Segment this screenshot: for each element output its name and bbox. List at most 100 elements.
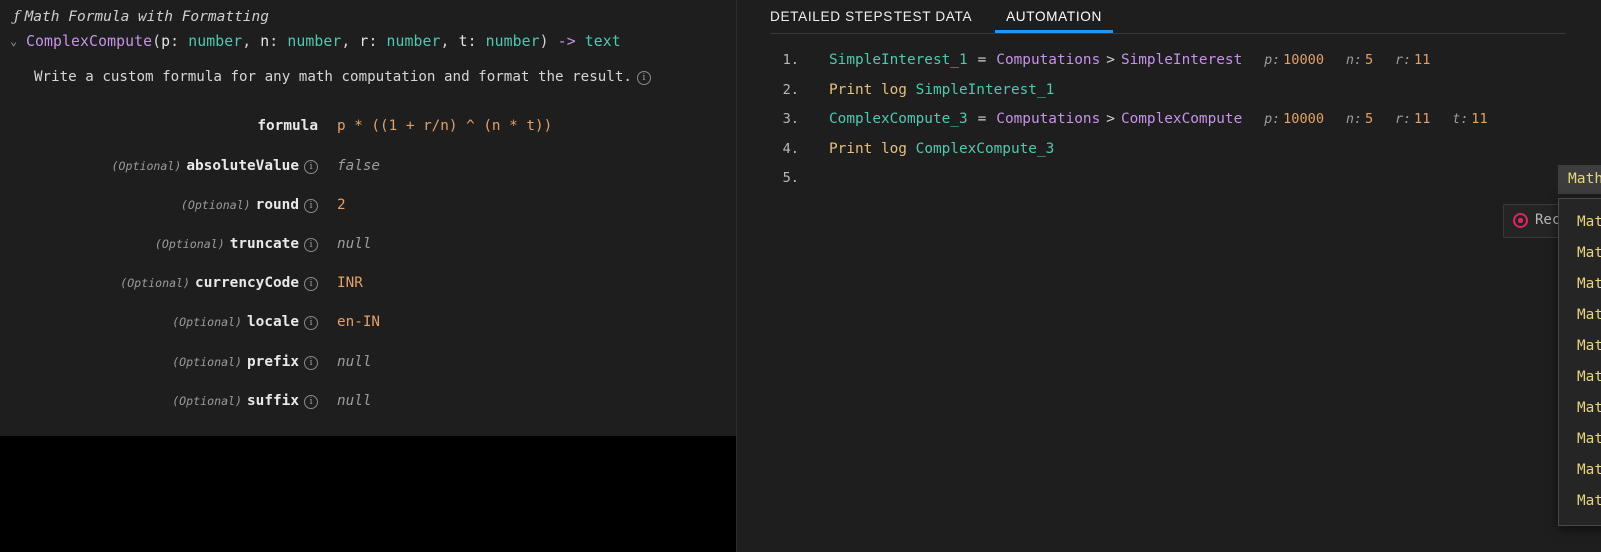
parameter-value-currencyCode[interactable]: INR — [337, 275, 363, 291]
tab-bar: DETAILED STEPS TEST DATA AUTOMATION — [737, 0, 1601, 34]
signature-params: p: number, n: number, r: number, t: numb… — [161, 33, 540, 50]
chevron-down-icon[interactable]: ⌄ — [10, 34, 26, 48]
autocomplete-dropdown[interactable]: Math.Round (number) to (decimal places)M… — [1558, 198, 1601, 526]
parameter-label: (Optional) round i — [0, 197, 318, 213]
autocomplete-item[interactable]: Math.Average (numbers) — [1559, 424, 1601, 455]
signature-arrow: -> — [557, 33, 576, 50]
step-action: Print log — [829, 141, 907, 157]
tab-detailed-steps[interactable]: DETAILED STEPS — [770, 0, 892, 33]
parameter-label: (Optional) prefix i — [0, 354, 318, 370]
signature-param-comma: , — [341, 33, 360, 50]
autocomplete-item[interactable]: Math.Min (numbers) — [1559, 362, 1601, 393]
step-arg-key: n: — [1346, 53, 1362, 68]
optional-tag: (Optional) — [172, 394, 243, 408]
info-icon[interactable]: i — [304, 395, 318, 409]
parameter-row: (Optional) prefix i null — [0, 354, 736, 376]
parameter-name-locale: locale — [247, 314, 299, 330]
info-icon[interactable]: i — [304, 199, 318, 213]
parameter-row: (Optional) suffix i null — [0, 393, 736, 415]
info-icon[interactable]: i — [304, 316, 318, 330]
function-glyph-icon: ƒ — [14, 7, 20, 25]
app-root: ƒ Math Formula with Formatting ⌄ ComplexCo… — [0, 0, 1601, 552]
parameter-value-locale[interactable]: en-IN — [337, 314, 380, 330]
step-arg[interactable]: n: 5 — [1346, 52, 1373, 68]
step-arg[interactable]: t: 11 — [1452, 111, 1487, 127]
parameter-value-absoluteValue[interactable]: false — [337, 158, 380, 174]
step-arg-key: r: — [1395, 112, 1412, 127]
signature-param-name-p: p — [161, 33, 171, 50]
autocomplete-item-keyword: Math.Absolute value — [1577, 276, 1601, 292]
step-arg[interactable]: r: 11 — [1395, 52, 1430, 68]
step-arg-value: 11 — [1414, 52, 1431, 68]
autocomplete-item[interactable]: Math.Text to number — [1559, 300, 1601, 331]
step-reference: SimpleInterest_1 — [915, 82, 1055, 98]
autocomplete-item[interactable]: Math.Currency format (number) (currency … — [1559, 486, 1601, 517]
step-arg-key: t: — [1452, 112, 1469, 127]
step-separator: > — [1106, 111, 1115, 127]
step-number: 1. — [782, 52, 799, 68]
optional-tag: (Optional) — [172, 355, 243, 369]
info-icon[interactable]: i — [636, 71, 651, 85]
parameter-row: (Optional) absoluteValue i false — [0, 158, 736, 180]
parameter-label: (Optional) locale i — [0, 314, 318, 330]
parameter-value-prefix[interactable]: null — [337, 354, 371, 370]
tab-test-data[interactable]: TEST DATA — [887, 0, 979, 33]
step-arg-key: r: — [1395, 53, 1412, 68]
tab-automation[interactable]: AUTOMATION — [995, 0, 1113, 33]
function-title: ƒ Math Formula with Formatting — [14, 7, 269, 25]
autocomplete-item[interactable]: Math.Round (number) to (decimal places) — [1559, 207, 1601, 238]
autocomplete-item[interactable]: Math.Absolute value (number) — [1559, 269, 1601, 300]
step-arg-value: 10000 — [1283, 52, 1325, 68]
signature-return-type: text — [584, 33, 621, 50]
info-icon[interactable]: i — [304, 238, 318, 252]
step-number-5: 5. — [782, 170, 799, 186]
step-arg-key: n: — [1346, 112, 1362, 127]
step-arg-value: 5 — [1364, 111, 1374, 127]
parameter-value-suffix[interactable]: null — [337, 393, 371, 409]
function-details-panel: ƒ Math Formula with Formatting ⌄ ComplexCo… — [0, 0, 736, 552]
parameter-label: formula — [0, 118, 318, 134]
info-icon[interactable]: i — [304, 160, 318, 174]
parameter-value-truncate[interactable]: null — [337, 236, 371, 252]
signature-param-comma: , — [242, 33, 261, 50]
step-arg-key: p: — [1264, 112, 1281, 127]
parameter-value-formula[interactable]: p * ((1 + r/n) ^ (n * t)) — [337, 118, 552, 134]
step-arg[interactable]: r: 11 — [1395, 111, 1430, 127]
autocomplete-item-keyword: Math.Average — [1577, 431, 1601, 447]
step-variable: SimpleInterest_1 — [829, 52, 968, 68]
signature-function-name: ComplexCompute — [26, 33, 153, 50]
info-icon[interactable]: i — [304, 356, 318, 370]
black-overlay-region — [0, 436, 736, 552]
parameter-row: (Optional) locale i en-IN — [0, 314, 736, 336]
signature-param-sep: : — [368, 33, 387, 50]
signature-param-name-t: t — [458, 33, 468, 50]
autocomplete-item[interactable]: Math.Truncate (number) to (decimal place… — [1559, 238, 1601, 269]
step-function: SimpleInterest — [1120, 52, 1243, 68]
function-description: Write a custom formula for any math comp… — [34, 69, 651, 85]
step-equals: = — [977, 111, 987, 127]
step-number: 4. — [782, 141, 799, 157]
autocomplete-item[interactable]: Math.Currency format (number) (currency … — [1559, 455, 1601, 486]
function-signature[interactable]: ⌄ ComplexCompute(p: number, n: number, r:… — [10, 33, 621, 50]
parameter-row: (Optional) truncate i null — [0, 236, 736, 258]
step-arg[interactable]: p: 10000 — [1264, 111, 1324, 127]
info-icon[interactable]: i — [304, 277, 318, 291]
step-arg-value: 5 — [1364, 52, 1374, 68]
autocomplete-item-keyword: Math.Min — [1577, 369, 1601, 385]
step-arg[interactable]: p: 10000 — [1264, 52, 1324, 68]
parameter-row: formula p * ((1 + r/n) ^ (n * t)) — [0, 118, 736, 140]
step-arg-value: 11 — [1471, 111, 1488, 127]
step-command-input[interactable]: Math — [1558, 165, 1601, 194]
parameter-value-round[interactable]: 2 — [337, 197, 346, 213]
step-action: Print log — [829, 82, 907, 98]
autocomplete-item-keyword: Math.Sum — [1577, 400, 1601, 416]
optional-tag: (Optional) — [120, 276, 191, 290]
step-module: Computations — [996, 111, 1101, 127]
step-equals: = — [977, 52, 987, 68]
autocomplete-item[interactable]: Math.Sum (numbers) — [1559, 393, 1601, 424]
step-separator: > — [1106, 52, 1115, 68]
autocomplete-item[interactable]: Math.Max (numbers) — [1559, 331, 1601, 362]
signature-param-sep: : — [467, 33, 486, 50]
step-arg[interactable]: n: 5 — [1346, 111, 1373, 127]
step-command-input-value[interactable]: Math — [1568, 170, 1601, 187]
